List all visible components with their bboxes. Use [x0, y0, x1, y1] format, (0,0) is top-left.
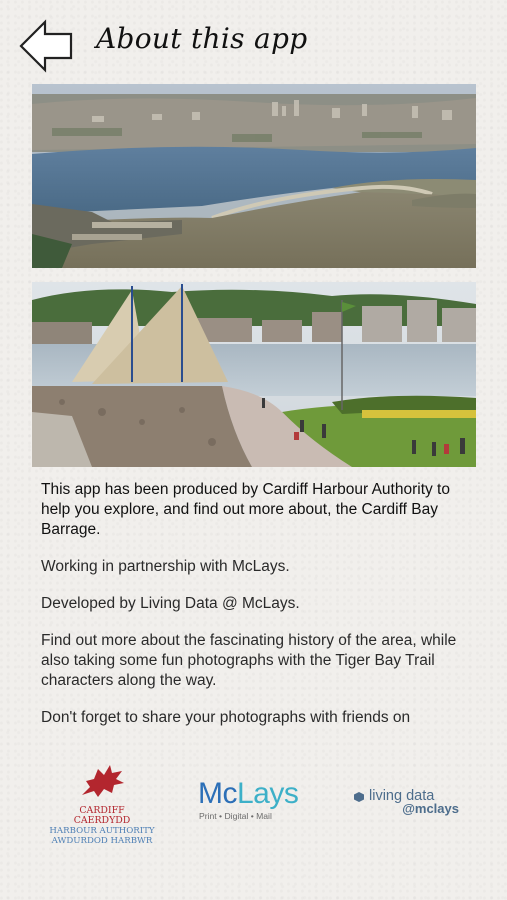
aerial-photo-cardiff-bay [32, 84, 476, 268]
cube-icon [354, 791, 364, 802]
welsh-dragon-icon [82, 765, 124, 797]
cardiff-harbour-authority-logo: CARDIFF CAERDYDD HARBOUR AUTHORITY AWDUR… [44, 761, 160, 853]
back-button[interactable] [18, 18, 74, 74]
caerdydd-label: CAERDYDD [73, 815, 131, 826]
barrage-walkway-photo [32, 282, 476, 467]
share-paragraph: Don't forget to share your photographs w… [41, 709, 411, 726]
page-title: About this app [96, 22, 308, 55]
about-text: This app has been produced by Cardiff Ha… [41, 480, 481, 745]
history-paragraph: Find out more about the fascinating hist… [41, 632, 457, 689]
intro-paragraph: This app has been produced by Cardiff Ha… [41, 481, 450, 538]
mclays-wordmark: McLays [198, 777, 318, 811]
back-arrow-icon [19, 19, 73, 73]
partnership-paragraph: Working in partnership with McLays. [41, 558, 290, 575]
living-data-logo: living data @mclays [353, 789, 473, 829]
developer-paragraph: Developed by Living Data @ McLays. [41, 595, 300, 612]
header-bar: About this app [0, 0, 507, 84]
harbour-authority-label: HARBOUR AUTHORITY [49, 826, 155, 836]
mclays-mc: Mc [198, 777, 238, 810]
partner-logos: CARDIFF CAERDYDD HARBOUR AUTHORITY AWDUR… [0, 755, 507, 855]
at-mclays-label: @mclays [402, 801, 459, 816]
mclays-logo: McLays Print • Digital • Mail [198, 777, 318, 837]
mclays-tagline: Print • Digital • Mail [199, 811, 272, 821]
awdurdod-harbwr-label: AWDURDOD HARBWR [51, 836, 153, 846]
mclays-lays: Lays [237, 777, 299, 810]
